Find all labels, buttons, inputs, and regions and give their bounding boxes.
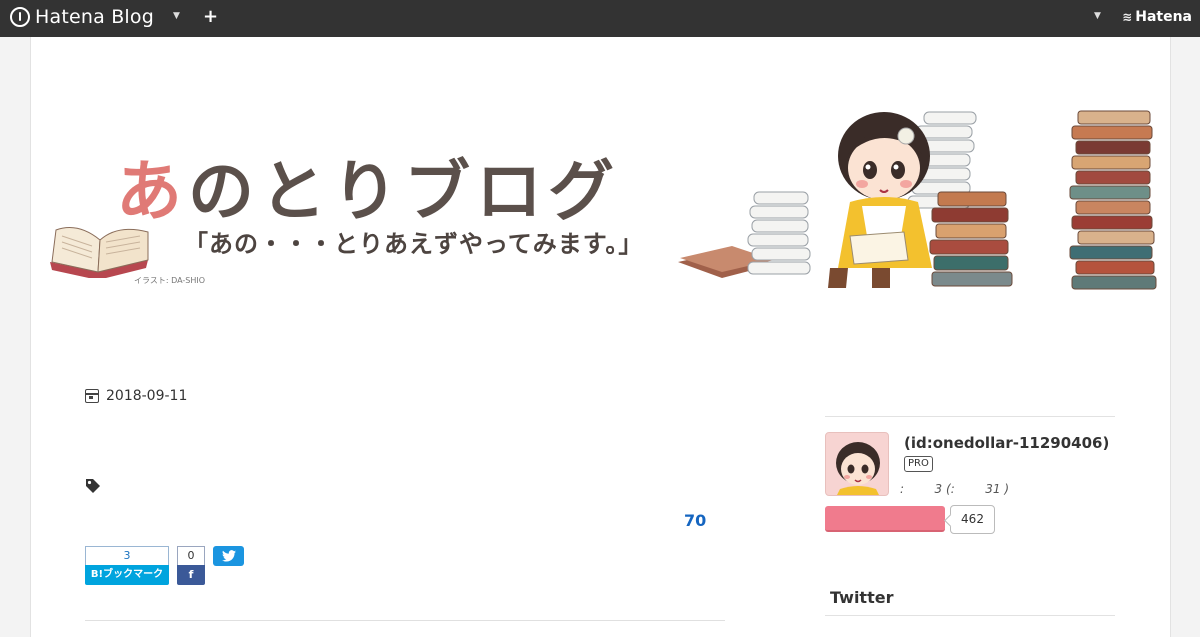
facebook-icon: f	[177, 565, 205, 585]
logo-text: Hatena Blog	[35, 6, 154, 28]
tag-icon	[86, 479, 100, 493]
profile-id[interactable]: (id:onedollar-11290406)	[904, 434, 1109, 452]
reader-info: : 3 (: 31 )	[900, 482, 1010, 496]
hatena-bookmark-button[interactable]: 3 B!ブックマーク	[85, 546, 169, 585]
pro-badge: PRO	[904, 456, 933, 472]
banner-credit: イラスト: DA-SHIO	[134, 276, 206, 285]
post-date[interactable]: 2018-09-11	[85, 388, 187, 404]
chevron-down-icon[interactable]: ▼	[1094, 11, 1101, 21]
share-buttons: 3 B!ブックマーク 0 f	[85, 546, 244, 585]
hatena-bookmark-label: B!ブックマーク	[85, 565, 169, 585]
banner-subtitle: 「あの・・・とりあえずやってみます。」	[184, 230, 644, 258]
hatena-account-menu[interactable]: ≋ Hatena	[1122, 9, 1192, 25]
sidebar-section-title: Twitter	[830, 588, 894, 607]
calendar-icon	[85, 389, 99, 403]
star-count[interactable]: 70	[684, 511, 706, 530]
banner-title: あのとりブログ	[116, 153, 620, 230]
top-navbar: Hatena Blog ▼ + ▼ ≋ Hatena	[0, 0, 1200, 37]
profile-avatar[interactable]	[825, 432, 889, 496]
chevron-down-icon[interactable]: ▼	[173, 11, 180, 21]
blog-header-banner[interactable]: あのとりブログ 「あの・・・とりあえずやってみます。」 イラスト: DA-SHI…	[44, 92, 1160, 292]
twitter-bird-icon	[221, 550, 236, 562]
avatar-image	[836, 442, 880, 495]
post-date-text: 2018-09-11	[106, 388, 188, 404]
sidebar-section-divider	[825, 615, 1115, 616]
hatena-brand: Hatena	[1135, 9, 1192, 25]
twitter-share-button[interactable]	[213, 546, 244, 566]
sidebar-divider	[825, 416, 1115, 417]
follow-button[interactable]	[825, 506, 945, 532]
facebook-share-button[interactable]: 0 f	[177, 546, 205, 585]
post-divider	[85, 620, 725, 621]
facebook-count: 0	[177, 546, 205, 565]
books-illustration	[678, 110, 1157, 290]
hatena-wave-icon: ≋	[1122, 10, 1133, 24]
add-post-button[interactable]: +	[203, 6, 218, 27]
follower-count[interactable]: 462	[950, 505, 995, 534]
hatena-bookmark-count[interactable]: 3	[85, 546, 169, 565]
hatena-blog-logo[interactable]: Hatena Blog	[10, 6, 154, 28]
hatena-blog-icon	[10, 7, 30, 27]
